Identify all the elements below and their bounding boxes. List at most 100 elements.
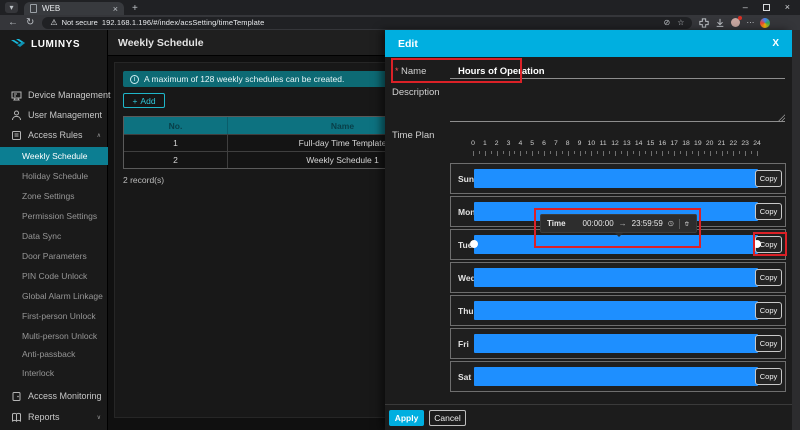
hour-label: 9 [578,140,582,147]
tab-search-icon[interactable]: ▾ [5,2,18,13]
hour-label: 11 [600,140,607,147]
tooltip-time-label: Time [547,219,566,228]
download-icon[interactable] [715,18,725,28]
user-icon [11,110,22,121]
hour-label: 2 [495,140,499,147]
day-label: Fri [458,339,469,349]
hour-label: 7 [554,140,558,147]
banner-text: A maximum of 128 weekly schedules can be… [144,74,344,84]
cancel-button[interactable]: Cancel [429,410,466,426]
sidebar-item-label: User Management [28,110,102,120]
back-button[interactable]: ← [8,15,18,30]
content-blocked-icon[interactable]: ⊘ [664,18,671,27]
sidebar-item-label: Zone Settings [22,191,74,201]
sidebar-item-permission-settings[interactable]: Permission Settings [0,207,108,225]
time-range-bar[interactable] [474,301,758,320]
new-tab-button[interactable]: + [132,3,138,14]
window-minimize-button[interactable]: – [743,2,748,12]
browser-logo-icon[interactable] [760,18,770,28]
sidebar-item-label: First-person Unlock [22,311,96,321]
extensions-icon[interactable] [699,18,709,28]
sidebar-item-zone-settings[interactable]: Zone Settings [0,187,108,205]
sidebar-item-door-parameters[interactable]: Door Parameters [0,247,108,265]
col-header-no: No. [124,117,228,134]
sidebar-item-multi-person-unlock[interactable]: Multi-person Unlock [0,327,108,345]
tab-close-icon[interactable]: × [113,4,118,14]
hour-label: 14 [635,140,643,147]
sidebar-item-anti-passback[interactable]: Anti-passback [0,345,108,363]
copy-button-sat[interactable]: Copy [755,368,782,385]
tooltip-start-time[interactable]: 00:00:00 [583,219,614,228]
sidebar-item-access-monitoring[interactable]: Access Monitoring [0,387,108,405]
window-close-button[interactable]: × [785,2,790,12]
range-end-handle[interactable] [753,240,761,248]
name-label: Name [395,66,426,77]
edit-panel: Edit X Name Hours of Operation Descripti… [385,30,792,430]
sidebar-item-label: Door Parameters [22,251,87,261]
sidebar-item-label: Reports [28,412,60,422]
hour-label: 1 [483,140,487,147]
window-maximize-button[interactable] [763,4,770,11]
copy-button-wed[interactable]: Copy [755,269,782,286]
sidebar: LUMINYS Device ManagementUser Management… [0,30,108,430]
reload-button[interactable]: ↻ [26,15,34,30]
copy-button-sun[interactable]: Copy [755,170,782,187]
hour-label: 18 [682,140,690,147]
delete-icon[interactable] [684,219,690,228]
hour-label: 10 [588,140,596,147]
sidebar-item-reports[interactable]: Reports∨ [0,408,108,426]
page-scrollbar[interactable] [792,30,800,430]
clock-icon[interactable] [668,219,674,228]
info-icon: i [130,75,139,84]
sidebar-item-data-sync[interactable]: Data Sync [0,227,108,245]
page-favicon-icon [30,4,37,13]
url-bar[interactable]: ⚠ Not secure 192.168.1.196/#/index/acsSe… [42,17,692,29]
name-input[interactable]: Hours of Operation [458,66,545,77]
browser-toolbar: ← ↻ ⚠ Not secure 192.168.1.196/#/index/a… [0,15,800,30]
hour-label: 20 [706,140,714,147]
range-start-handle[interactable] [470,240,478,248]
tooltip-divider [679,219,680,229]
sidebar-item-global-alarm-linkage[interactable]: Global Alarm Linkage [0,287,108,305]
sidebar-item-user-management[interactable]: User Management [0,106,108,124]
panel-close-icon[interactable]: X [772,38,779,49]
hour-label: 13 [623,140,631,147]
day-label: Sun [458,174,474,184]
profile-avatar[interactable] [731,18,740,27]
bookmark-star-icon[interactable]: ☆ [677,18,684,27]
sidebar-item-first-person-unlock[interactable]: First-person Unlock [0,307,108,325]
hour-label: 4 [518,140,522,147]
time-range-bar[interactable] [474,367,758,386]
day-row-fri: Fri Copy [450,328,786,359]
day-label: Thu [458,306,474,316]
description-label: Description [392,87,440,98]
tooltip-end-time[interactable]: 23:59:59 [632,219,663,228]
hour-label: 6 [542,140,546,147]
time-range-bar[interactable] [474,235,758,254]
sidebar-item-holiday-schedule[interactable]: Holiday Schedule [0,167,108,185]
description-input[interactable] [450,90,785,121]
time-range-bar[interactable] [474,169,758,188]
rules-icon [11,130,22,141]
day-row-sat: Sat Copy [450,361,786,392]
copy-button-thu[interactable]: Copy [755,302,782,319]
sidebar-item-weekly-schedule[interactable]: Weekly Schedule [0,147,108,165]
sidebar-item-label: Interlock [22,368,54,378]
textarea-resize-handle[interactable] [778,114,785,121]
time-range-bar[interactable] [474,334,758,353]
page-title: Weekly Schedule [118,37,204,49]
browser-tab[interactable]: WEB × [24,2,124,15]
time-range-bar[interactable] [474,268,758,287]
sidebar-item-interlock[interactable]: Interlock [0,364,108,382]
sidebar-item-pin-code-unlock[interactable]: PIN Code Unlock [0,267,108,285]
browser-menu-icon[interactable]: ⋯ [746,18,754,27]
sidebar-item-access-rules[interactable]: Access Rules∧ [0,126,108,144]
copy-button-fri[interactable]: Copy [755,335,782,352]
sidebar-item-label: Device Management [28,90,111,100]
sidebar-item-device-management[interactable]: Device Management [0,86,108,104]
sidebar-item-label: PIN Code Unlock [22,271,87,281]
day-label: Sat [458,372,471,382]
copy-button-mon[interactable]: Copy [755,203,782,220]
apply-button[interactable]: Apply [389,410,424,426]
add-button[interactable]: + Add [123,93,165,108]
